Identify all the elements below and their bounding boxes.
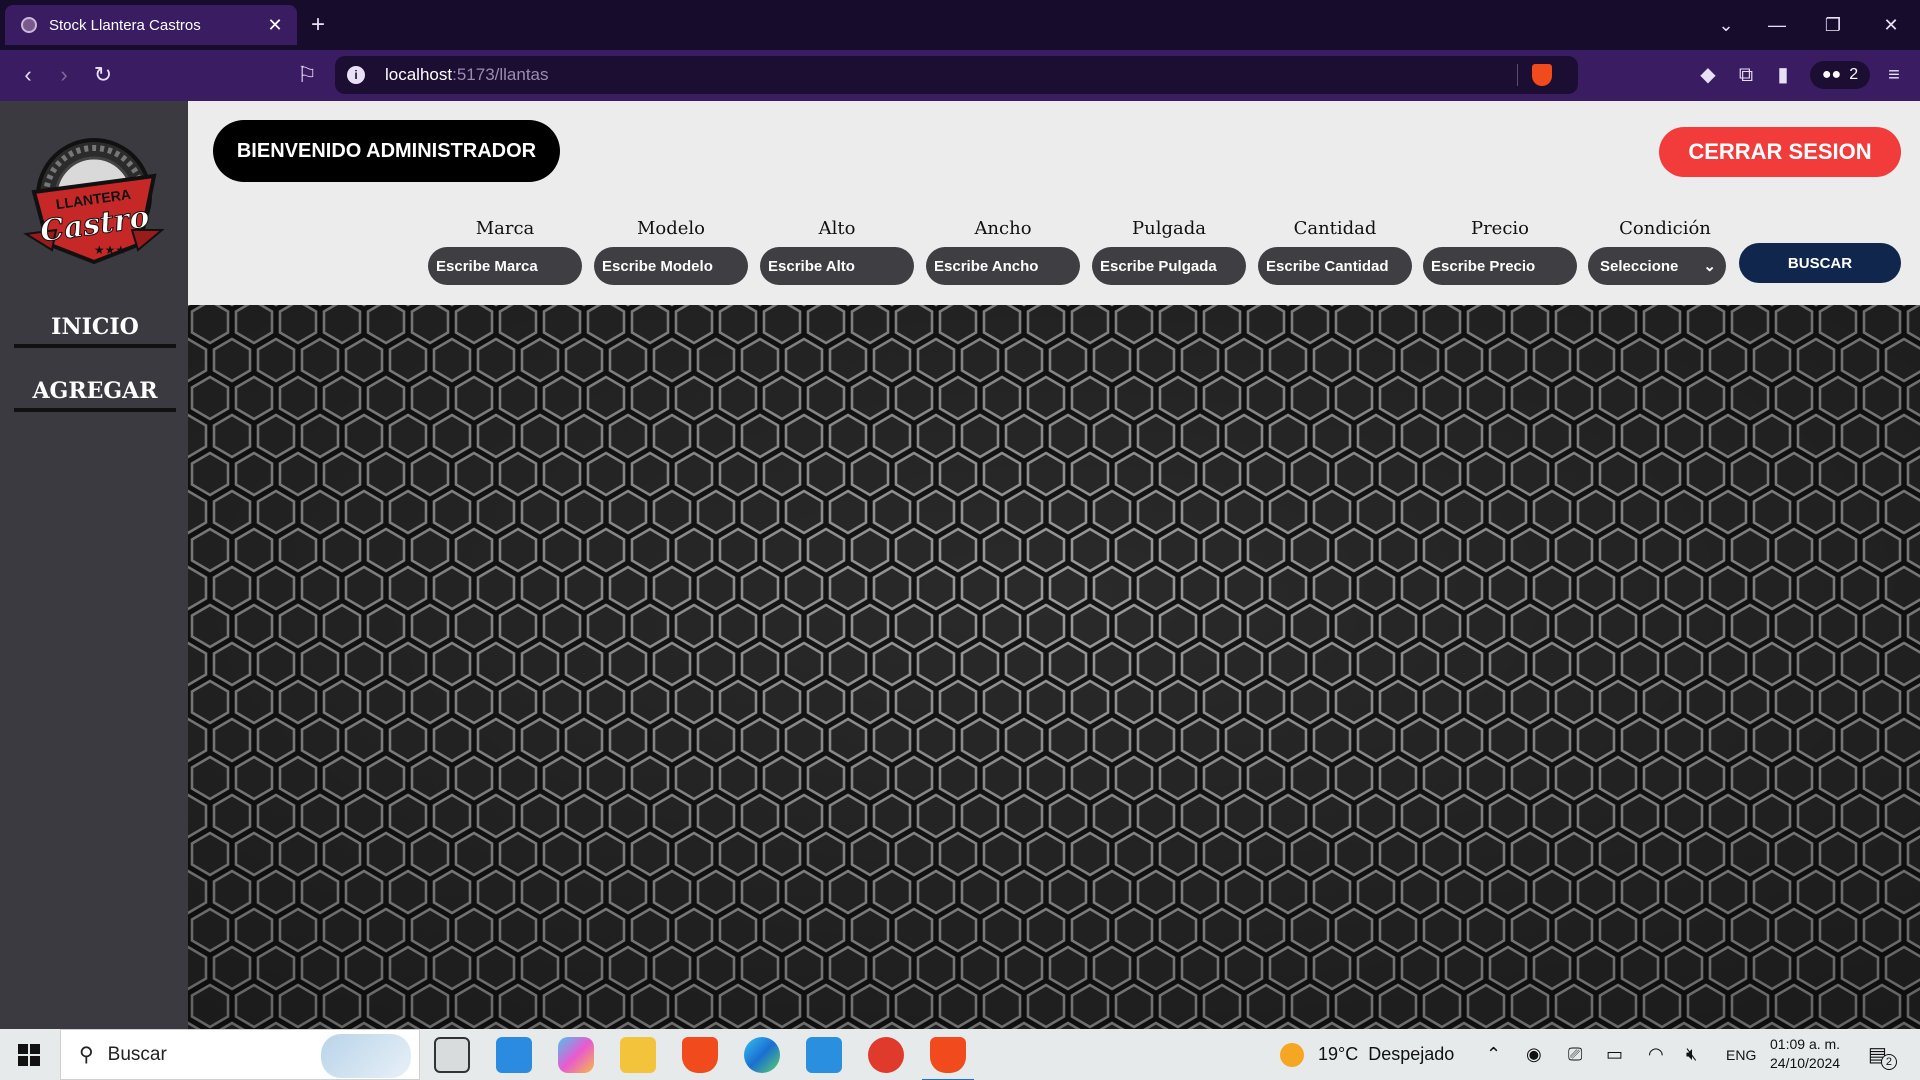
app-root: LLANTERA Castro ★★★ INICIO AGREGAR BIENV… [0,101,1920,1029]
taskbar-search[interactable]: ⚲ Buscar [60,1029,420,1080]
address-separator [1517,64,1518,86]
edge-icon[interactable] [744,1037,780,1073]
wifi-icon[interactable]: ◠ [1648,1029,1664,1080]
clock-time: 01:09 a. m. [1770,1036,1841,1052]
notification-count: 2 [1880,1053,1897,1070]
taskbar-search-placeholder: Buscar [107,1043,167,1065]
brave-shield-icon[interactable] [1532,64,1552,86]
extensions-puzzle-icon[interactable]: ⧉ [1732,62,1760,88]
ancho-input[interactable] [926,247,1080,285]
hexagon-mesh-pattern [188,305,1920,1029]
filter-label: Marca [475,218,535,239]
file-explorer-icon[interactable] [620,1037,656,1073]
filter-label: Modelo [636,218,706,239]
filter-label: Precio [1470,218,1530,239]
filter-label: Cantidad [1293,218,1377,239]
nav-agregar[interactable]: AGREGAR [14,378,176,412]
weather-widget[interactable]: 19°C Despejado [1280,1029,1454,1080]
condicion-select[interactable]: Seleccione ⌄ [1588,247,1726,285]
filter-pulgada: Pulgada [1092,217,1246,285]
meet-icon[interactable]: ⎚ [1568,1029,1582,1080]
cantidad-input[interactable] [1258,247,1412,285]
back-icon[interactable]: ‹ [13,62,43,88]
clock-date: 24/10/2024 [1770,1055,1841,1071]
filter-ancho: Ancho [926,217,1080,285]
filter-modelo: Modelo [594,217,748,285]
hex-background-area [188,305,1920,1029]
tire-favicon-icon [21,17,37,33]
logout-button[interactable]: CERRAR SESION [1659,127,1901,177]
menu-icon[interactable]: ≡ [1880,62,1908,88]
wallet-count: 2 [1849,66,1859,83]
chevron-down-icon: ⌄ [1703,258,1716,275]
taskbar-clock[interactable]: 01:09 a. m. 24/10/2024 [1770,1035,1840,1073]
filter-label: Ancho [974,218,1032,239]
precio-input[interactable] [1423,247,1577,285]
language-indicator[interactable]: ENG [1726,1029,1756,1080]
vscode-icon[interactable] [496,1037,532,1073]
notifications-icon[interactable]: ▤ 2 [1868,1029,1897,1080]
filter-alto: Alto [760,217,914,285]
brave-icon[interactable] [682,1037,718,1073]
restore-icon[interactable]: ❐ [1818,10,1848,40]
browser-toolbar: ‹ › ↻ ⚐ i localhost:5173/llantas ◆ ⧉ ▮ ●… [0,50,1920,101]
weather-text: 19°C Despejado [1318,1044,1455,1064]
wallet-glasses-icon: ●● [1821,66,1842,83]
windows-taskbar: ⚲ Buscar 19°C Despejado ⌃ ◉ ⎚ ▭ ◠ 🔇︎ ENG… [0,1029,1920,1080]
nav-inicio[interactable]: INICIO [14,314,176,348]
sidebar: LLANTERA Castro ★★★ INICIO AGREGAR [0,101,188,1029]
sidebar-toggle-icon[interactable]: ▮ [1769,62,1797,88]
address-bar[interactable]: i localhost:5173/llantas [335,56,1578,94]
wallet-button[interactable]: ●● 2 [1810,61,1870,89]
filter-cantidad: Cantidad [1258,217,1412,285]
llantera-castro-logo: LLANTERA Castro ★★★ [20,134,168,276]
browser-tab[interactable]: Stock Llantera Castros ✕ [5,5,297,45]
filter-label: Alto [818,218,856,239]
filter-marca: Marca [428,217,582,285]
new-tab-button[interactable]: + [311,10,325,40]
weather-icon [1280,1042,1304,1067]
extension-leaf-icon[interactable]: ◆ [1694,62,1722,88]
tab-search-chevron-icon[interactable]: ⌄ [1711,10,1741,40]
url-text: localhost:5173/llantas [385,65,549,84]
marca-input[interactable] [428,247,582,285]
wps-office-icon[interactable] [868,1037,904,1073]
minimize-icon[interactable]: — [1762,10,1792,40]
filter-label: Condición [1619,218,1711,239]
welcome-badge: BIENVENIDO ADMINISTRADOR [213,120,560,182]
filter-precio: Precio [1423,217,1577,285]
modelo-input[interactable] [594,247,748,285]
reload-icon[interactable]: ↻ [88,62,118,88]
search-highlight-image [321,1034,411,1078]
tab-title: Stock Llantera Castros [49,16,201,34]
filter-label: Pulgada [1132,218,1206,239]
brave-active-icon[interactable] [922,1037,974,1080]
alto-input[interactable] [760,247,914,285]
forward-icon[interactable]: › [49,62,79,88]
pulgada-input[interactable] [1092,247,1246,285]
bookmark-icon[interactable]: ⚐ [292,62,322,88]
volume-muted-icon[interactable]: 🔇︎ [1686,1029,1697,1080]
record-icon[interactable]: ◉ [1526,1029,1542,1080]
battery-icon[interactable]: ▭ [1606,1029,1623,1080]
mail-icon[interactable] [806,1037,842,1073]
filter-condicion: Condición Seleccione ⌄ [1588,217,1742,285]
select-value: Seleccione [1600,257,1679,275]
header-bar: BIENVENIDO ADMINISTRADOR CERRAR SESION M… [188,101,1920,305]
logo-stars: ★★★ [94,243,126,257]
windows-start-icon[interactable] [18,1044,40,1066]
site-info-icon[interactable]: i [347,66,365,84]
search-icon: ⚲ [79,1044,94,1066]
task-view-icon[interactable] [434,1037,470,1073]
tray-chevron-up-icon[interactable]: ⌃ [1486,1029,1501,1080]
close-tab-icon[interactable]: ✕ [265,15,285,36]
copilot-icon[interactable] [558,1037,594,1073]
search-button[interactable]: BUSCAR [1739,243,1901,283]
browser-tab-bar: Stock Llantera Castros ✕ + ⌄ — ❐ ✕ [0,0,1920,50]
close-window-icon[interactable]: ✕ [1876,10,1906,40]
